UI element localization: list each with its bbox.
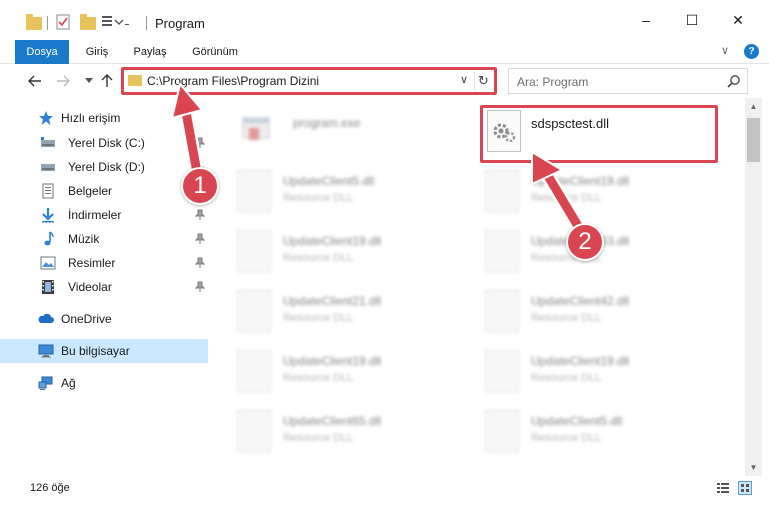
step-2-badge: 2 [566,223,604,261]
annotation-arrows [171,83,585,233]
step-1-badge: 1 [181,167,219,205]
